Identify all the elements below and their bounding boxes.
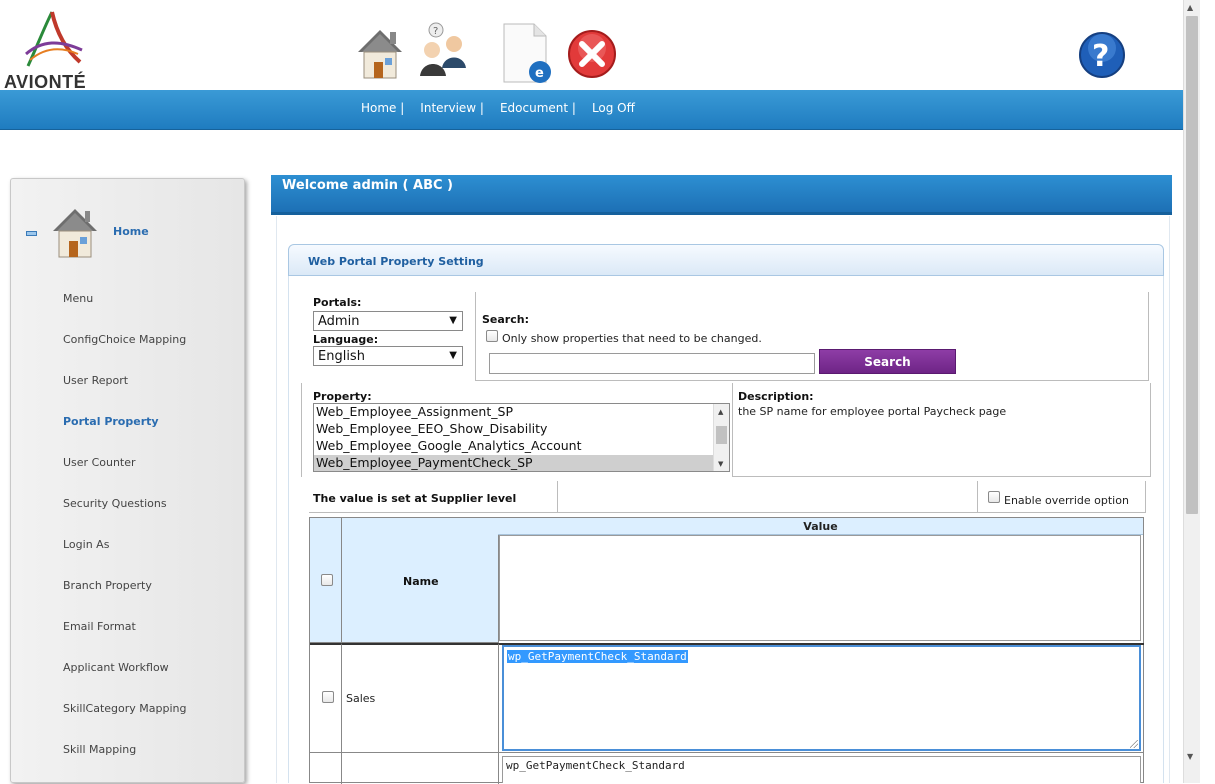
description-label: Description: bbox=[738, 390, 814, 403]
only-changed-checkbox[interactable] bbox=[486, 330, 498, 342]
svg-text:?: ? bbox=[1092, 39, 1109, 74]
enable-override-checkbox[interactable] bbox=[988, 491, 1000, 503]
svg-text:e: e bbox=[535, 66, 544, 81]
property-right-border bbox=[1150, 383, 1151, 477]
language-value: English bbox=[318, 349, 365, 364]
nav-interview-link[interactable]: Interview | bbox=[420, 101, 484, 115]
settings-title: Web Portal Property Setting bbox=[308, 255, 484, 268]
resize-grip-icon[interactable] bbox=[1130, 740, 1138, 748]
help-icon[interactable]: ? bbox=[1078, 31, 1126, 79]
nav-logoff-link[interactable]: Log Off bbox=[592, 101, 635, 115]
row-value-textarea[interactable]: wp_GetPaymentCheck_Standard bbox=[502, 756, 1141, 783]
level-right-border bbox=[1145, 481, 1146, 512]
row-value-text: wp_GetPaymentCheck_Standard bbox=[506, 759, 685, 772]
level-text: The value is set at Supplier level bbox=[313, 492, 517, 505]
app-header: AVIONTÉ ? e ? bbox=[0, 0, 1183, 92]
main-nav: Home | Interview | Edocument | Log Off bbox=[0, 90, 1183, 130]
filter-right-border bbox=[1148, 292, 1149, 380]
scroll-up-icon[interactable]: ▲ bbox=[1187, 3, 1193, 12]
header-value-textarea[interactable] bbox=[499, 535, 1141, 641]
row-value-text: wp_GetPaymentCheck_Standard bbox=[507, 650, 688, 663]
sidebar-item-branch-property[interactable]: Branch Property bbox=[63, 579, 152, 592]
sidebar-item-security-questions[interactable]: Security Questions bbox=[63, 497, 167, 510]
grid-row-select-cell bbox=[310, 753, 342, 784]
property-listbox[interactable]: Web_Employee_Assignment_SP Web_Employee_… bbox=[313, 403, 730, 472]
sidebar-item-email-format[interactable]: Email Format bbox=[63, 620, 136, 633]
svg-text:?: ? bbox=[433, 26, 438, 37]
logo-mark-icon bbox=[25, 11, 83, 67]
collapse-icon[interactable] bbox=[26, 231, 37, 236]
search-label: Search: bbox=[482, 313, 529, 326]
listbox-scroll-thumb[interactable] bbox=[716, 426, 727, 444]
grid-value-header: Value bbox=[498, 518, 1143, 535]
sidebar-item-menu[interactable]: Menu bbox=[63, 292, 93, 305]
row-name: Sales bbox=[346, 692, 376, 705]
level-divider bbox=[977, 481, 978, 512]
sidebar-home-label[interactable]: Home bbox=[113, 225, 149, 238]
sidebar: Home Menu ConfigChoice Mapping User Repo… bbox=[10, 178, 245, 783]
nav-edocument-link[interactable]: Edocument | bbox=[500, 101, 576, 115]
dropdown-arrow-icon: ▼ bbox=[449, 350, 457, 361]
property-option[interactable]: Web_Employee_EEO_Show_Disability bbox=[314, 421, 714, 438]
scroll-up-icon[interactable]: ▲ bbox=[718, 408, 723, 416]
interview-icon[interactable]: ? bbox=[416, 22, 472, 84]
sidebar-item-skill-mapping[interactable]: Skill Mapping bbox=[63, 743, 136, 756]
dropdown-arrow-icon: ▼ bbox=[449, 315, 457, 326]
sidebar-item-skillcategory-mapping[interactable]: SkillCategory Mapping bbox=[63, 702, 186, 715]
sidebar-item-configchoice-mapping[interactable]: ConfigChoice Mapping bbox=[63, 333, 186, 346]
portals-value: Admin bbox=[318, 314, 360, 329]
edocument-icon[interactable]: e bbox=[500, 22, 556, 84]
property-label: Property: bbox=[313, 390, 372, 403]
portals-select[interactable]: Admin ▼ bbox=[313, 311, 463, 331]
select-all-checkbox[interactable] bbox=[321, 574, 333, 586]
sidebar-item-login-as[interactable]: Login As bbox=[63, 538, 109, 551]
grid-name-header-label: Name bbox=[403, 575, 439, 588]
row-value-textarea[interactable]: wp_GetPaymentCheck_Standard bbox=[502, 645, 1141, 751]
search-button[interactable]: Search bbox=[819, 349, 956, 374]
search-input[interactable] bbox=[489, 353, 815, 374]
property-bottom-border bbox=[732, 476, 1150, 477]
description-text: the SP name for employee portal Paycheck… bbox=[738, 405, 1007, 418]
avionte-logo[interactable]: AVIONTÉ bbox=[4, 10, 104, 92]
scroll-down-icon[interactable]: ▼ bbox=[1187, 752, 1193, 761]
level-divider bbox=[557, 481, 558, 512]
language-select[interactable]: English ▼ bbox=[313, 346, 463, 366]
home-icon[interactable] bbox=[49, 205, 101, 261]
scroll-thumb[interactable] bbox=[1186, 16, 1198, 514]
sidebar-item-user-counter[interactable]: User Counter bbox=[63, 456, 136, 469]
property-option[interactable]: Web_Employee_Assignment_SP bbox=[314, 404, 714, 421]
filter-bottom-border bbox=[475, 380, 1149, 381]
grid-row-name-cell bbox=[342, 753, 499, 784]
listbox-scrollbar[interactable]: ▲ ▼ bbox=[713, 404, 729, 471]
property-option-selected[interactable]: Web_Employee_PaymentCheck_SP bbox=[314, 455, 714, 471]
property-left-border bbox=[301, 383, 302, 477]
page-scrollbar[interactable]: ▲ ▼ bbox=[1183, 0, 1200, 783]
property-option[interactable]: Web_Employee_Google_Analytics_Account bbox=[314, 438, 714, 455]
sidebar-item-applicant-workflow[interactable]: Applicant Workflow bbox=[63, 661, 169, 674]
settings-panel-header: Web Portal Property Setting bbox=[288, 244, 1164, 276]
welcome-text: Welcome admin ( ABC ) bbox=[282, 178, 453, 193]
logoff-icon[interactable] bbox=[566, 28, 622, 90]
enable-override-label: Enable override option bbox=[1004, 494, 1129, 507]
welcome-bar: Welcome admin ( ABC ) bbox=[271, 175, 1172, 215]
scroll-down-icon[interactable]: ▼ bbox=[718, 460, 723, 468]
language-label: Language: bbox=[313, 333, 379, 346]
portals-label: Portals: bbox=[313, 296, 362, 309]
level-bottom-border bbox=[309, 512, 1146, 513]
sidebar-item-portal-property[interactable]: Portal Property bbox=[63, 415, 159, 428]
sidebar-item-user-report[interactable]: User Report bbox=[63, 374, 128, 387]
nav-home-link[interactable]: Home | bbox=[361, 101, 404, 115]
home-icon[interactable] bbox=[352, 22, 408, 84]
row-select-checkbox[interactable] bbox=[322, 691, 334, 703]
filter-divider bbox=[475, 292, 476, 380]
only-changed-label: Only show properties that need to be cha… bbox=[502, 332, 762, 345]
property-divider bbox=[732, 383, 733, 477]
window-edge bbox=[1200, 0, 1215, 783]
